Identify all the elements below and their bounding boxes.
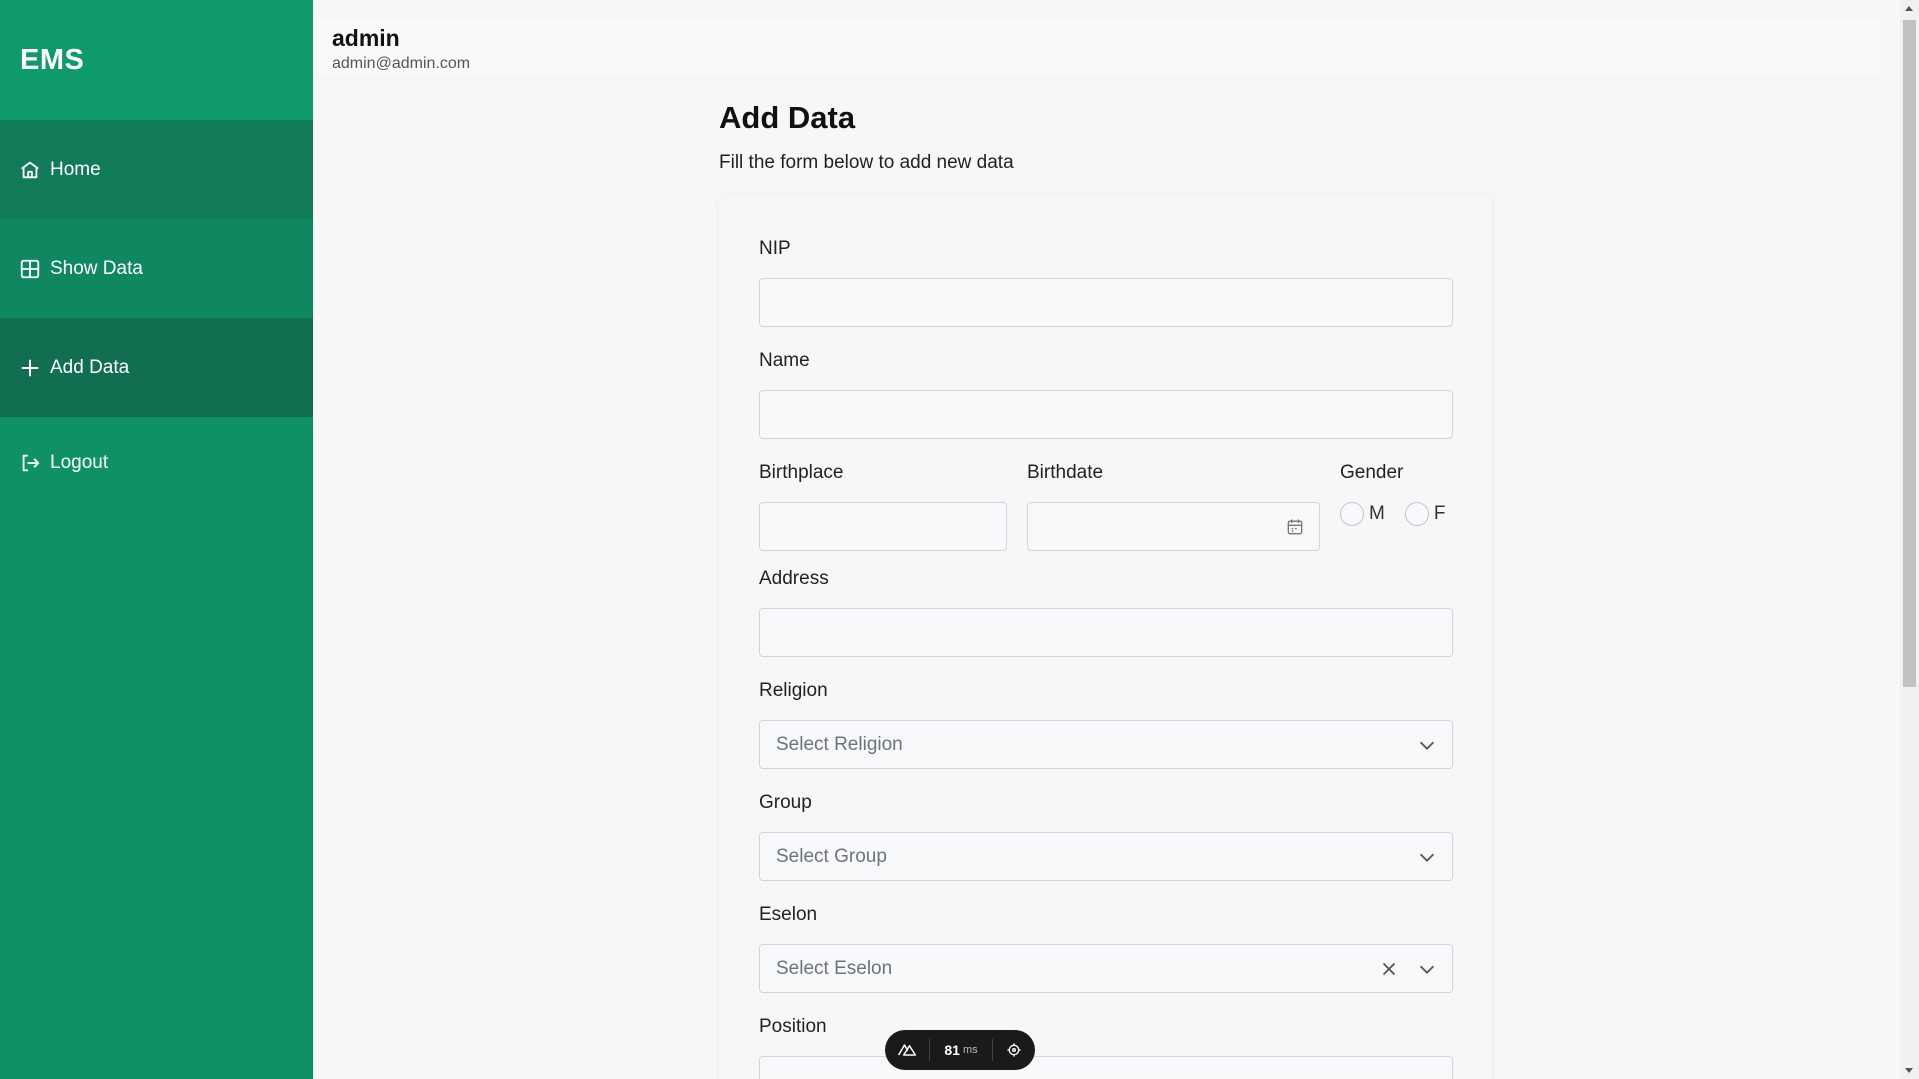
sidebar-item-add-data[interactable]: Add Data: [0, 318, 313, 417]
group-placeholder: Select Group: [776, 845, 887, 867]
nip-input[interactable]: [759, 278, 1453, 327]
plus-icon: [19, 357, 41, 379]
brand-logo-text: EMS: [20, 43, 85, 76]
address-label: Address: [759, 568, 829, 589]
page-title: Add Data: [719, 100, 856, 135]
logout-icon: [19, 452, 41, 474]
birthplace-input[interactable]: [759, 502, 1007, 551]
sidebar-item-label: Add Data: [50, 356, 130, 378]
sidebar-item-logout[interactable]: Logout: [0, 417, 313, 509]
nip-label: NIP: [759, 238, 791, 259]
birthdate-input[interactable]: [1027, 502, 1320, 551]
religion-select[interactable]: Select Religion: [759, 720, 1453, 769]
gender-option-label: F: [1433, 503, 1446, 524]
gender-label: Gender: [1340, 462, 1404, 483]
add-data-form: NIP Name Birthplace Birthdate Gender M F…: [719, 194, 1492, 1079]
gender-option-f[interactable]: F: [1404, 502, 1446, 526]
name-input[interactable]: [759, 390, 1453, 439]
religion-placeholder: Select Religion: [776, 733, 903, 755]
group-select[interactable]: Select Group: [759, 832, 1453, 881]
chevron-down-icon[interactable]: [1416, 958, 1438, 980]
top-header: admin admin@admin.com: [313, 19, 1882, 75]
page-subtitle: Fill the form below to add new data: [719, 152, 1014, 173]
timing-value: 81: [944, 1042, 960, 1058]
clear-icon[interactable]: [1378, 958, 1400, 980]
eselon-select[interactable]: Select Eselon: [759, 944, 1453, 993]
religion-label: Religion: [759, 680, 828, 701]
birthplace-label: Birthplace: [759, 462, 844, 483]
table-icon: [19, 258, 41, 280]
group-label: Group: [759, 792, 812, 813]
sidebar-item-label: Show Data: [50, 257, 143, 279]
page-scrollbar[interactable]: [1900, 0, 1919, 1079]
calendar-icon[interactable]: [1285, 517, 1305, 537]
inspect-icon[interactable]: [993, 1030, 1035, 1070]
scroll-up-arrow-icon[interactable]: [1905, 6, 1913, 11]
user-name: admin: [332, 25, 400, 51]
scroll-down-arrow-icon[interactable]: [1905, 1068, 1913, 1073]
user-email: admin@admin.com: [332, 55, 471, 72]
sidebar-item-label: Logout: [50, 452, 109, 473]
birthdate-label: Birthdate: [1027, 462, 1104, 483]
position-input[interactable]: [759, 1056, 1453, 1079]
eselon-placeholder: Select Eselon: [776, 957, 893, 979]
chevron-down-icon[interactable]: [1416, 846, 1438, 868]
gender-option-m[interactable]: M: [1340, 502, 1385, 526]
dev-toolbar[interactable]: 81 ms: [885, 1030, 1035, 1070]
brand: EMS: [0, 0, 313, 120]
radio-f[interactable]: [1404, 502, 1429, 526]
gender-radio-group: M F: [1340, 502, 1465, 526]
sidebar-item-show-data[interactable]: Show Data: [0, 219, 313, 318]
gender-option-label: M: [1369, 503, 1385, 524]
eselon-label: Eselon: [759, 904, 818, 925]
home-icon: [19, 159, 41, 181]
scrollbar-thumb[interactable]: [1903, 20, 1916, 687]
timing-unit: ms: [962, 1044, 978, 1056]
sidebar-item-home[interactable]: Home: [0, 120, 313, 219]
sidebar: EMS Home Show Data Add Data Logout: [0, 0, 313, 1079]
address-input[interactable]: [759, 608, 1453, 657]
nuxt-logo-icon[interactable]: [885, 1030, 929, 1070]
position-label: Position: [759, 1016, 827, 1037]
chevron-down-icon[interactable]: [1416, 734, 1438, 756]
render-timing: 81 ms: [930, 1030, 992, 1070]
sidebar-item-label: Home: [50, 158, 101, 180]
radio-m[interactable]: [1340, 502, 1364, 526]
name-label: Name: [759, 350, 810, 371]
